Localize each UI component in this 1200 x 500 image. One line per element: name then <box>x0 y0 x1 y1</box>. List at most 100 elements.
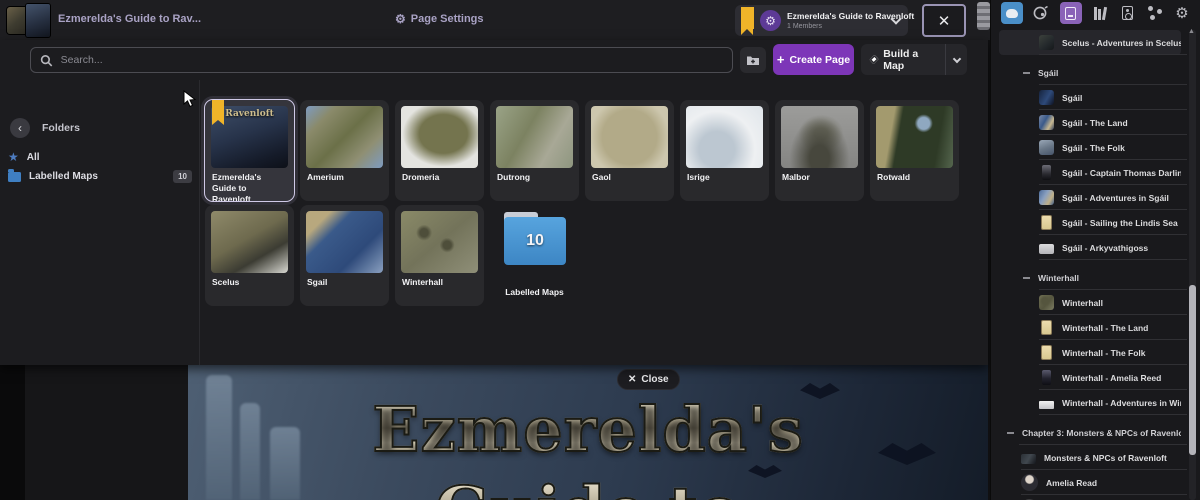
share-icon[interactable] <box>1146 2 1164 24</box>
folder-icon: 10 <box>504 212 566 265</box>
page-card-rotwald[interactable]: Rotwald <box>870 100 959 201</box>
page-thumbnail <box>306 106 383 168</box>
page-card-label: Sgail <box>307 277 328 287</box>
page-card-isrige[interactable]: Isrige <box>680 100 769 201</box>
settings-icon[interactable]: ⚙ <box>1173 2 1191 24</box>
page-card-ezmerelda[interactable]: Ravenloft Ezmerelda's Guide to Ravenloft <box>204 99 295 202</box>
scroll-up-arrow[interactable]: ▲ <box>1188 28 1195 35</box>
map-blob <box>1006 8 1018 18</box>
tree-item[interactable]: Winterhall - The Land <box>999 315 1187 340</box>
page-card-label: Malbor <box>782 172 810 182</box>
divider <box>1039 259 1187 260</box>
cover-close-button[interactable]: ✕ Close <box>617 369 680 390</box>
tree-item[interactable]: Winterhall - Amelia Reed <box>999 365 1187 390</box>
tree-section-label: Sgáil <box>1038 67 1059 78</box>
palette-icon[interactable] <box>1032 2 1050 24</box>
tree-item[interactable]: Scelus - Adventures in Scelus <box>999 30 1187 55</box>
journal-glyph <box>1065 6 1077 20</box>
page-thumbnail <box>401 106 478 168</box>
sidebar-scrollbar-thumb[interactable] <box>1189 285 1196 455</box>
build-map-main[interactable]: Build a Map <box>861 44 945 75</box>
tree-item[interactable]: Winterhall - Adventures in Wint... <box>999 390 1187 415</box>
workspace-logo-thumb-cover[interactable] <box>26 4 50 37</box>
page-card-sgail[interactable]: Sgail <box>300 205 389 306</box>
page-card-dromeria[interactable]: Dromeria <box>395 100 484 201</box>
tree-item[interactable]: Aspect of Arkyvathigoss <box>999 495 1181 500</box>
audio-icon[interactable] <box>1118 2 1136 24</box>
build-map-dropdown[interactable] <box>945 44 967 75</box>
page-card-gaol[interactable]: Gaol <box>585 100 674 201</box>
tree-item[interactable]: Sgáil - Adventures in Sgáil <box>999 185 1187 210</box>
tree-item[interactable]: Winterhall <box>999 290 1187 315</box>
tree-item-label: Winterhall <box>1062 297 1104 308</box>
tree-section[interactable]: Sgáil <box>999 60 1187 85</box>
tree-item-label: Sgáil - The Land <box>1062 117 1128 128</box>
tree-item-label: Sgáil - Captain Thomas Darling <box>1062 167 1181 178</box>
page-card-label: Rotwald <box>877 172 911 182</box>
tree-section-label: Chapter 3: Monsters & NPCs of Ravenloft <box>1022 427 1181 438</box>
workspace-title[interactable]: Ezmerelda's Guide to Rav... <box>58 13 201 25</box>
collapse-icon <box>1023 71 1030 74</box>
page-card-malbor[interactable]: Malbor <box>775 100 864 201</box>
gear-glyph: ⚙ <box>1175 4 1189 22</box>
library-icon[interactable] <box>1091 2 1109 24</box>
page-icon <box>1042 370 1051 385</box>
page-icon <box>1039 244 1054 254</box>
page-card-scelus[interactable]: Scelus <box>205 205 294 306</box>
page-icon <box>1041 215 1052 230</box>
tree-item[interactable]: Sgáil - Arkyvathigoss <box>999 235 1187 260</box>
page-card-winterhall[interactable]: Winterhall <box>395 205 484 306</box>
workspace-members: 1 Members <box>787 23 823 30</box>
close-icon: ✕ <box>937 12 951 30</box>
page-card-label: Isrige <box>687 172 710 182</box>
tree-item[interactable]: Monsters & NPCs of Ravenloft <box>999 445 1187 470</box>
folder-count: 10 <box>526 232 544 249</box>
folder-tile-labelled-maps[interactable]: 10 Labelled Maps <box>490 205 579 306</box>
folder-item-all[interactable]: ★ All <box>8 150 192 164</box>
background-left-strip <box>0 365 25 500</box>
app-window: Ezmerelda's Guide to ✕ Close Ezmerelda's… <box>0 0 1200 500</box>
tree-item[interactable]: Sgáil - The Folk <box>999 135 1187 160</box>
tree-section[interactable]: Chapter 3: Monsters & NPCs of Ravenloft <box>999 420 1187 445</box>
diamond-icon <box>869 54 879 65</box>
tree-section[interactable]: Winterhall <box>999 265 1187 290</box>
journal-icon[interactable] <box>1059 2 1082 24</box>
folder-item-labelled-maps[interactable]: Labelled Maps 10 <box>8 169 192 183</box>
page-settings-button[interactable]: ⚙ Page Settings <box>395 13 484 25</box>
new-folder-button[interactable] <box>740 47 766 73</box>
page-icon <box>1039 140 1054 155</box>
workspace-meta: Ezmerelda's Guide to Ravenloft 1 Members <box>787 11 914 30</box>
tree-item-label: Winterhall - Amelia Reed <box>1062 372 1162 383</box>
page-thumbnail <box>591 106 668 168</box>
folder-body: 10 <box>504 217 566 265</box>
tree-item[interactable]: Sgáil - Captain Thomas Darling <box>999 160 1187 185</box>
cover-title-line2: Guide to <box>188 472 988 500</box>
page-icon <box>1039 295 1054 310</box>
map-tile-icon[interactable] <box>1001 2 1023 24</box>
page-cover-image: Ezmerelda's Guide to ✕ Close <box>188 365 988 500</box>
folders-back-button[interactable]: ‹ Folders <box>10 118 80 138</box>
workspace-avatar-icon: ⚙ <box>765 13 776 28</box>
tree-item[interactable]: Sgáil <box>999 85 1187 110</box>
tree-item-label: Winterhall - Adventures in Wint... <box>1062 397 1181 408</box>
search-input[interactable] <box>60 54 723 66</box>
divider <box>1039 54 1187 55</box>
tree-item-label: Sgáil - Adventures in Sgáil <box>1062 192 1169 203</box>
search-bar <box>30 47 733 73</box>
tree-item-label: Winterhall - The Folk <box>1062 347 1146 358</box>
page-icon <box>1042 165 1051 180</box>
overlay-close-button[interactable]: ✕ <box>922 4 966 37</box>
tree-item[interactable]: Sgáil - Sailing the Lindis Sea <box>999 210 1187 235</box>
page-icon <box>1039 190 1054 205</box>
tree-item[interactable]: Sgáil - The Land <box>999 110 1187 135</box>
page-thumbnail <box>781 106 858 168</box>
tree-item[interactable]: Amelia Read <box>999 470 1187 495</box>
build-map-button[interactable]: Build a Map <box>861 44 967 75</box>
workspace-switcher[interactable]: ⚙ Ezmerelda's Guide to Ravenloft 1 Membe… <box>735 5 914 36</box>
tree-item[interactable]: Winterhall - The Folk <box>999 340 1187 365</box>
page-card-amerium[interactable]: Amerium <box>300 100 389 201</box>
create-page-button[interactable]: + Create Page <box>773 44 854 75</box>
scrollbar-handle[interactable] <box>977 2 990 30</box>
page-card-dutrong[interactable]: Dutrong <box>490 100 579 201</box>
top-bar: Ezmerelda's Guide to Rav... ⚙ Page Setti… <box>0 0 990 40</box>
